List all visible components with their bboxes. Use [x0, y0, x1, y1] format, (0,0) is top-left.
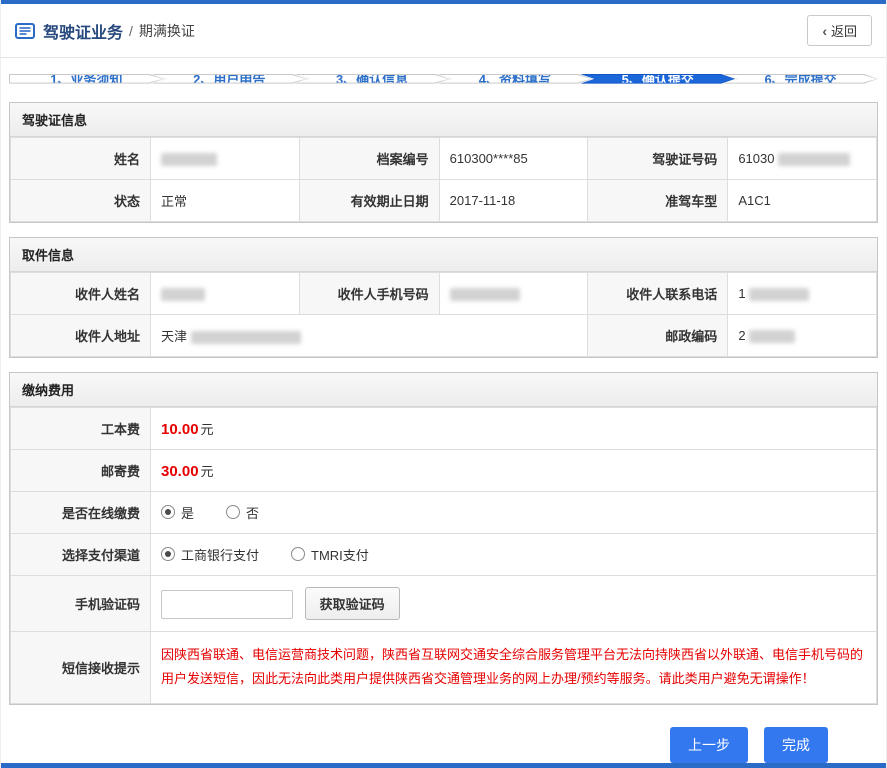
recipient-tel-value: 1 [727, 271, 877, 315]
table-row: 是否在线缴费 是 否 [10, 490, 877, 534]
recipient-mobile-label: 收件人手机号码 [298, 271, 440, 315]
table-row: 选择支付渠道 工商银行支付 TMRI支付 [10, 532, 877, 576]
recipient-name-value [150, 271, 300, 315]
table-row: 收件人地址 天津 邮政编码 2 [10, 313, 877, 357]
table-row: 姓名 档案编号 610300****85 驾驶证号码 61030 [10, 136, 877, 180]
step-5-confirm-submit[interactable]: 5、确认提交 [580, 74, 735, 84]
redacted-value [161, 287, 205, 301]
online-pay-options: 是 否 [150, 490, 877, 534]
name-value [150, 136, 300, 180]
fee-unit: 元 [200, 421, 214, 437]
step-2-declaration[interactable]: 2、用户申告 [152, 74, 307, 84]
table-row: 收件人姓名 收件人手机号码 收件人联系电话 1 [10, 271, 877, 315]
get-code-button[interactable]: 获取验证码 [304, 586, 400, 620]
license-no-value: 61030 [727, 136, 877, 180]
vehicle-type-value: A1C1 [727, 178, 877, 222]
step-6-complete[interactable]: 6、完成提交 [723, 74, 878, 84]
back-button[interactable]: ‹ 返回 [807, 15, 872, 46]
radio-channel-tmri-label: TMRI支付 [311, 547, 369, 563]
table-row: 手机验证码 获取验证码 [10, 574, 877, 632]
recipient-mobile-value [438, 271, 589, 315]
finish-button[interactable]: 完成 [764, 727, 828, 763]
postage-amount: 30.00 [161, 462, 199, 480]
previous-step-button[interactable]: 上一步 [670, 727, 748, 763]
radio-online-no-label: 否 [246, 505, 260, 521]
sms-notice-label: 短信接收提示 [10, 630, 151, 705]
page-title: 驾驶证业务 [43, 24, 124, 42]
sms-code-input[interactable] [161, 589, 293, 619]
radio-channel-icbc[interactable] [161, 547, 175, 562]
file-no-label: 档案编号 [298, 136, 440, 180]
channel-options: 工商银行支付 TMRI支付 [150, 532, 877, 576]
pickup-info-table: 收件人姓名 收件人手机号码 收件人联系电话 1 收件人地址 天津 邮政编码 2 [10, 271, 877, 357]
back-button-label: 返回 [830, 24, 857, 39]
address-value: 天津 [149, 313, 589, 357]
expiry-label: 有效期止日期 [298, 178, 440, 222]
payment-table: 工本费 10.00 元 邮寄费 30.00 元 是否在线缴费 是 否 选择支付渠… [10, 406, 877, 705]
bottom-accent-bar [1, 763, 886, 768]
redacted-value [778, 152, 851, 166]
license-info-title: 驾驶证信息 [10, 102, 877, 137]
radio-channel-tmri[interactable] [291, 547, 306, 562]
fee-value: 10.00 元 [150, 406, 877, 450]
payment-section: 缴纳费用 工本费 10.00 元 邮寄费 30.00 元 是否在线缴费 是 否 … [9, 371, 878, 705]
license-info-section: 驾驶证信息 姓名 档案编号 610300****85 驾驶证号码 61030 状… [9, 101, 878, 223]
step-3-confirm-info[interactable]: 3、确认信息 [295, 74, 450, 84]
online-pay-label: 是否在线缴费 [10, 490, 151, 534]
radio-online-no[interactable] [226, 505, 241, 520]
table-row: 状态 正常 有效期止日期 2017-11-18 准驾车型 A1C1 [10, 178, 877, 222]
postage-unit: 元 [200, 463, 214, 479]
page-subtitle: 期满换证 [138, 22, 195, 39]
step-navigation: 1、业务须知 2、用户申告 3、确认信息 4、资料填写 5、确认提交 6、完成提… [9, 74, 878, 84]
redacted-value [749, 329, 796, 343]
postage-value: 30.00 元 [150, 448, 877, 492]
channel-label: 选择支付渠道 [10, 532, 151, 576]
status-value: 正常 [150, 178, 300, 222]
page-header: 驾驶证业务 / 期满换证 ‹ 返回 [1, 4, 886, 58]
title-separator: / [129, 22, 133, 39]
chevron-left-icon: ‹ [822, 22, 827, 39]
redacted-value [749, 287, 810, 301]
fee-label: 工本费 [10, 406, 151, 450]
sms-code-label: 手机验证码 [10, 574, 151, 632]
postcode-label: 邮政编码 [587, 313, 729, 357]
address-label: 收件人地址 [10, 313, 151, 357]
redacted-value [161, 152, 217, 166]
license-no-label: 驾驶证号码 [587, 136, 729, 180]
postcode-value: 2 [727, 313, 877, 357]
name-label: 姓名 [10, 136, 151, 180]
radio-online-yes[interactable] [161, 505, 175, 520]
redacted-value [449, 287, 520, 301]
step-4-fill-data[interactable]: 4、资料填写 [437, 74, 592, 84]
document-list-icon [15, 22, 35, 39]
recipient-name-label: 收件人姓名 [10, 271, 151, 315]
postage-label: 邮寄费 [10, 448, 151, 492]
payment-title: 缴纳费用 [10, 372, 877, 407]
table-row: 短信接收提示 因陕西省联通、电信运营商技术问题，陕西省互联网交通安全综合服务管理… [10, 630, 877, 705]
file-no-value: 610300****85 [438, 136, 589, 180]
fee-amount: 10.00 [161, 420, 199, 438]
license-info-table: 姓名 档案编号 610300****85 驾驶证号码 61030 状态 正常 有… [10, 136, 877, 222]
radio-channel-icbc-label: 工商银行支付 [181, 547, 260, 563]
sms-code-row: 获取验证码 [150, 574, 877, 632]
radio-online-yes-label: 是 [181, 505, 195, 521]
step-1-notice[interactable]: 1、业务须知 [9, 74, 164, 84]
sms-notice-text: 因陕西省联通、电信运营商技术问题，陕西省互联网交通安全综合服务管理平台无法向持陕… [150, 630, 877, 705]
recipient-tel-label: 收件人联系电话 [587, 271, 729, 315]
pickup-info-title: 取件信息 [10, 237, 877, 272]
expiry-value: 2017-11-18 [438, 178, 589, 222]
status-label: 状态 [10, 178, 151, 222]
table-row: 邮寄费 30.00 元 [10, 448, 877, 492]
redacted-value [190, 330, 301, 344]
footer-actions: 上一步 完成 [1, 719, 886, 763]
pickup-info-section: 取件信息 收件人姓名 收件人手机号码 收件人联系电话 1 收件人地址 天津 邮政… [9, 236, 878, 358]
table-row: 工本费 10.00 元 [10, 406, 877, 450]
vehicle-type-label: 准驾车型 [587, 178, 729, 222]
